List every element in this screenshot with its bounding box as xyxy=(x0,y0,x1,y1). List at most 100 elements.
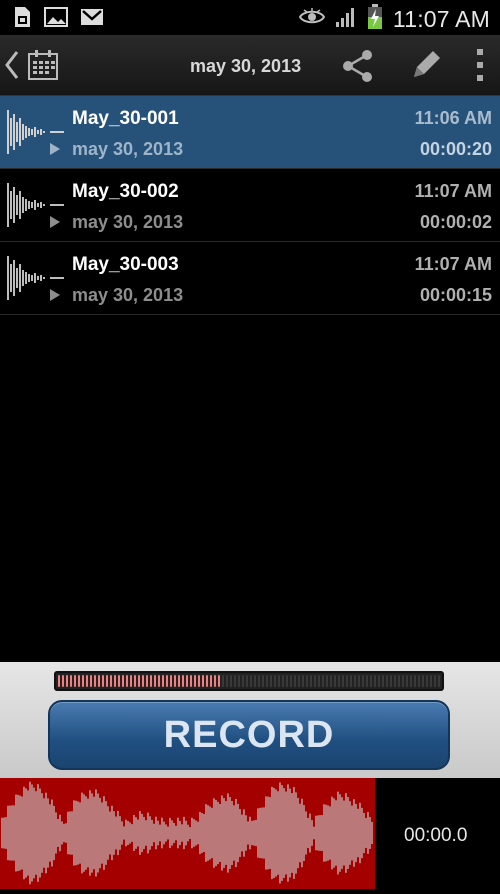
meter-segment xyxy=(226,675,228,687)
meter-segment xyxy=(58,675,60,687)
meter-segment xyxy=(410,675,412,687)
bottom-bar: 00:00.0 xyxy=(0,778,500,889)
record-button-label: RECORD xyxy=(163,713,335,756)
meter-segment xyxy=(266,675,268,687)
play-icon[interactable] xyxy=(50,216,60,228)
meter-segment xyxy=(170,675,172,687)
recording-duration: 00:00:02 xyxy=(419,212,492,232)
meter-segment xyxy=(194,675,196,687)
meter-segment xyxy=(242,675,244,687)
meter-segment xyxy=(378,675,380,687)
meter-segment xyxy=(330,675,332,687)
page-title: may 30, 2013 xyxy=(190,56,302,76)
meter-segment xyxy=(370,675,372,687)
waveform-icon xyxy=(6,177,66,238)
meter-segment xyxy=(430,675,432,687)
meter-segment xyxy=(70,675,72,687)
meter-segment xyxy=(358,675,360,687)
meter-segment xyxy=(202,675,204,687)
meter-segment xyxy=(362,675,364,687)
meter-segment xyxy=(206,675,208,687)
back-icon[interactable] xyxy=(4,49,20,86)
meter-segment xyxy=(178,675,180,687)
list-item[interactable]: May_30-003 may 30, 2013 11:07 AM 00:00:1… xyxy=(0,242,500,315)
meter-segment xyxy=(314,675,316,687)
meter-segment xyxy=(434,675,436,687)
meter-segment xyxy=(294,675,296,687)
gmail-icon xyxy=(80,8,104,31)
meter-segment xyxy=(86,675,88,687)
play-icon[interactable] xyxy=(50,289,60,301)
meter-segment xyxy=(374,675,376,687)
meter-segment xyxy=(78,675,80,687)
sd-card-icon xyxy=(12,6,32,33)
meter-segment xyxy=(398,675,400,687)
recordings-list: May_30-001 may 30, 2013 11:06 AM 00:00:2… xyxy=(0,96,500,315)
meter-segment xyxy=(386,675,388,687)
meter-segment xyxy=(122,675,124,687)
meter-segment xyxy=(138,675,140,687)
level-meter xyxy=(54,671,444,691)
action-bar: may 30, 2013 xyxy=(0,35,500,96)
recording-duration: 00:00:15 xyxy=(419,285,492,305)
recording-time: 11:07 AM xyxy=(414,254,492,274)
meter-segment xyxy=(214,675,216,687)
meter-segment xyxy=(90,675,92,687)
meter-segment xyxy=(102,675,104,687)
recording-date: may 30, 2013 xyxy=(72,139,184,159)
live-waveform xyxy=(0,778,375,889)
meter-segment xyxy=(394,675,396,687)
recording-name: May_30-001 xyxy=(72,108,179,129)
play-icon[interactable] xyxy=(50,143,60,155)
meter-segment xyxy=(438,675,440,687)
meter-segment xyxy=(126,675,128,687)
meter-segment xyxy=(354,675,356,687)
meter-segment xyxy=(182,675,184,687)
meter-segment xyxy=(278,675,280,687)
meter-segment xyxy=(74,675,76,687)
meter-segment xyxy=(262,675,264,687)
share-icon[interactable] xyxy=(340,48,376,89)
pencil-icon[interactable] xyxy=(408,47,444,88)
waveform-icon xyxy=(6,250,66,311)
meter-segment xyxy=(382,675,384,687)
meter-segment xyxy=(418,675,420,687)
meter-segment xyxy=(142,675,144,687)
recording-date: may 30, 2013 xyxy=(72,212,184,232)
meter-segment xyxy=(166,675,168,687)
meter-segment xyxy=(286,675,288,687)
recording-name: May_30-003 xyxy=(72,254,179,275)
meter-segment xyxy=(254,675,256,687)
record-button[interactable]: RECORD xyxy=(48,700,450,770)
meter-segment xyxy=(406,675,408,687)
meter-segment xyxy=(154,675,156,687)
meter-segment xyxy=(66,675,68,687)
meter-segment xyxy=(94,675,96,687)
overflow-menu-icon[interactable] xyxy=(474,47,486,88)
meter-segment xyxy=(62,675,64,687)
meter-segment xyxy=(270,675,272,687)
meter-segment xyxy=(210,675,212,687)
meter-segment xyxy=(234,675,236,687)
list-item[interactable]: May_30-002 may 30, 2013 11:07 AM 00:00:0… xyxy=(0,169,500,242)
meter-segment xyxy=(274,675,276,687)
meter-segment xyxy=(246,675,248,687)
recording-time: 11:07 AM xyxy=(414,181,492,201)
list-item[interactable]: May_30-001 may 30, 2013 11:06 AM 00:00:2… xyxy=(0,96,500,169)
meter-segment xyxy=(174,675,176,687)
meter-segment xyxy=(82,675,84,687)
meter-segment xyxy=(426,675,428,687)
meter-segment xyxy=(118,675,120,687)
meter-segment xyxy=(290,675,292,687)
battery-charging-icon xyxy=(367,4,383,35)
meter-segment xyxy=(106,675,108,687)
recording-date: may 30, 2013 xyxy=(72,285,184,305)
meter-segment xyxy=(222,675,224,687)
meter-segment xyxy=(218,675,220,687)
meter-segment xyxy=(422,675,424,687)
meter-segment xyxy=(326,675,328,687)
meter-segment xyxy=(342,675,344,687)
calendar-icon[interactable] xyxy=(27,49,59,86)
meter-segment xyxy=(158,675,160,687)
elapsed-time: 00:00.0 xyxy=(404,825,468,846)
